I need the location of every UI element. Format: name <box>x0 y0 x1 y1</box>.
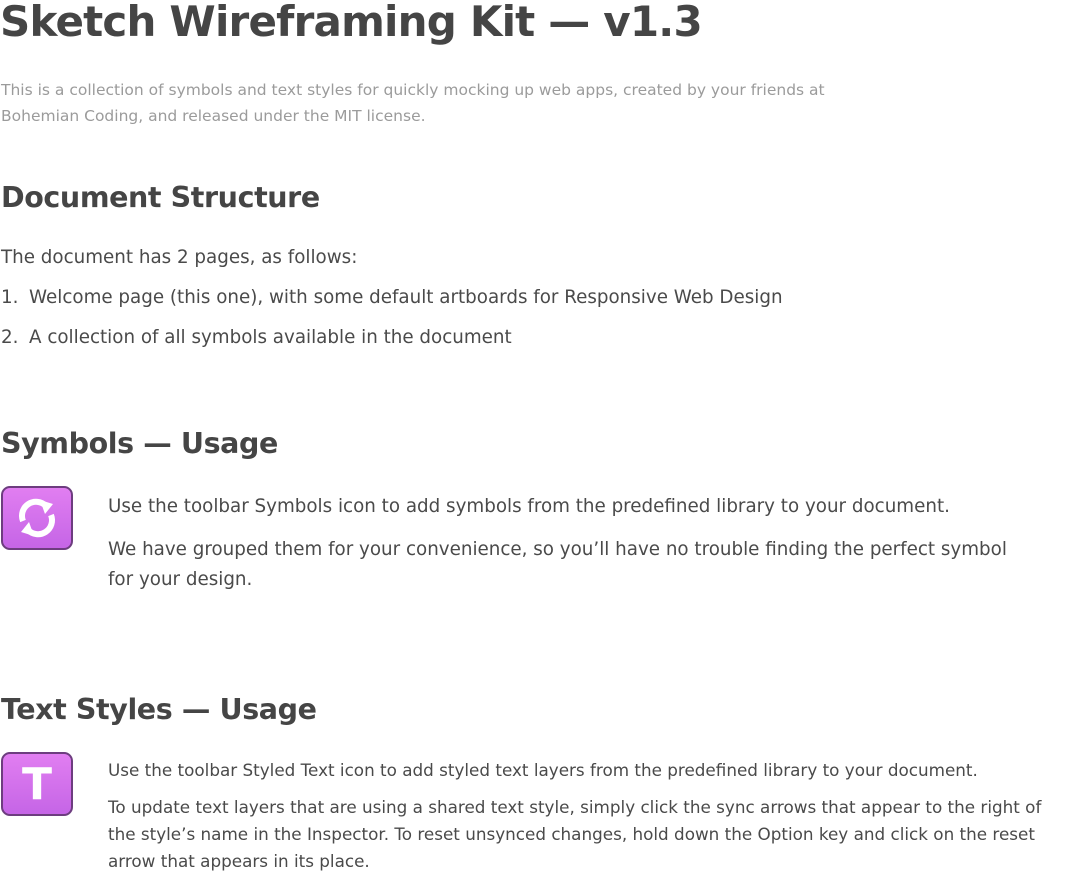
sync-arrows-glyph <box>19 498 55 538</box>
text-t-icon: T <box>1 752 73 816</box>
text-t-glyph: T <box>21 759 52 810</box>
symbols-usage-heading: Symbols — Usage <box>1 427 278 460</box>
document-structure-lead: The document has 2 pages, as follows: <box>1 247 358 268</box>
text-styles-usage-heading: Text Styles — Usage <box>1 693 317 726</box>
page-title: Sketch Wireframing Kit — v1.3 <box>0 0 703 46</box>
text-styles-usage-paragraph-2: To update text layers that are using a s… <box>108 797 1042 871</box>
symbols-usage-paragraph-1: Use the toolbar Symbols icon to add symb… <box>108 496 950 517</box>
list-item-number: 1. <box>1 287 19 308</box>
list-item-number: 2. <box>1 327 19 348</box>
list-item-text: A collection of all symbols available in… <box>29 327 512 348</box>
list-item: 1. Welcome page (this one), with some def… <box>1 286 783 310</box>
intro-text: This is a collection of symbols and text… <box>1 81 825 125</box>
sync-arrows-icon <box>1 486 73 550</box>
symbols-usage-paragraph-2: We have grouped them for your convenienc… <box>108 539 1007 590</box>
list-item-text: Welcome page (this one), with some defau… <box>29 287 783 308</box>
list-item: 2. A collection of all symbols available … <box>1 326 512 350</box>
text-styles-usage-paragraph-1: Use the toolbar Styled Text icon to add … <box>108 760 978 780</box>
document-structure-heading: Document Structure <box>1 181 320 214</box>
